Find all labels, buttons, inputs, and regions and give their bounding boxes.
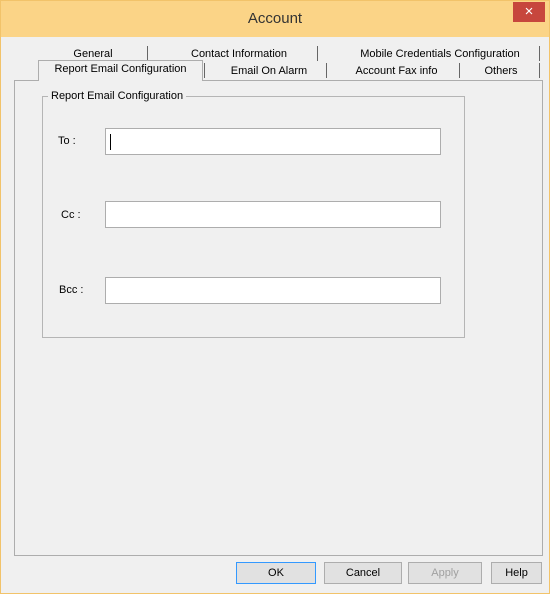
tab-separator — [539, 46, 540, 61]
help-button[interactable]: Help — [491, 562, 542, 584]
close-button[interactable]: × — [513, 2, 545, 22]
tab-separator — [317, 46, 318, 61]
tab-separator — [326, 63, 327, 78]
tab-separator — [147, 46, 148, 61]
dialog-client-area: General Contact Information Mobile Crede… — [9, 37, 543, 585]
tab-report-email-configuration[interactable]: Report Email Configuration — [38, 60, 203, 81]
to-field[interactable] — [105, 128, 441, 155]
ok-button[interactable]: OK — [236, 562, 316, 584]
tab-separator — [539, 63, 540, 78]
cc-label: Cc : — [61, 209, 81, 221]
to-label: To : — [58, 135, 76, 147]
tab-mobile-credentials-configuration[interactable]: Mobile Credentials Configuration — [345, 46, 535, 63]
tab-separator — [459, 63, 460, 78]
cc-field[interactable] — [105, 201, 441, 228]
tab-email-on-alarm[interactable]: Email On Alarm — [214, 63, 324, 80]
apply-button[interactable]: Apply — [408, 562, 482, 584]
window-title: Account — [247, 10, 303, 27]
text-caret — [110, 134, 111, 150]
cancel-button[interactable]: Cancel — [324, 562, 402, 584]
close-icon: × — [524, 3, 534, 20]
group-label: Report Email Configuration — [48, 90, 187, 102]
bcc-field[interactable] — [105, 277, 441, 304]
tab-others[interactable]: Others — [469, 63, 533, 80]
apply-button-label: Apply — [431, 567, 459, 579]
tab-separator — [204, 63, 205, 78]
tab-account-fax-info[interactable]: Account Fax info — [339, 63, 454, 80]
bcc-label: Bcc : — [59, 284, 84, 296]
title-bar[interactable]: Account × — [1, 1, 549, 37]
account-dialog: Account × General Contact Information Mo… — [0, 0, 550, 594]
